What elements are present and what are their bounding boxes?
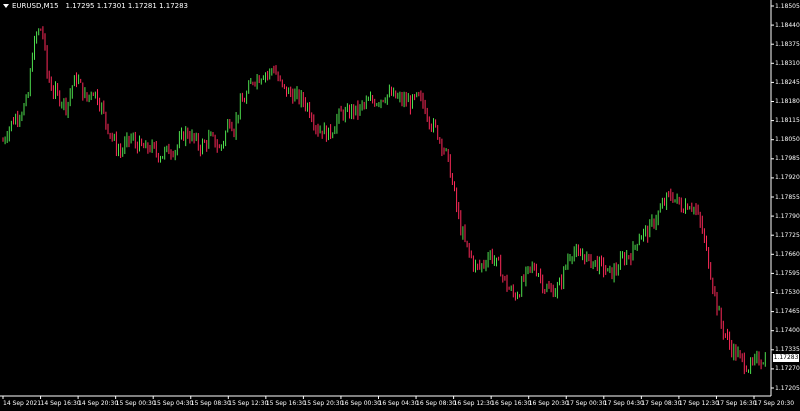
time-axis-ticks	[2, 396, 755, 399]
price-tick-label: 1.17855	[775, 193, 800, 201]
time-tick-label: 15 Sep 16:30	[265, 400, 306, 407]
time-tick-label: 15 Sep 04:30	[153, 400, 194, 407]
chart-header: EURUSD,M15 1.17295 1.17301 1.17281 1.172…	[3, 2, 188, 10]
price-tick-label: 1.17335	[775, 346, 800, 354]
price-chart[interactable]	[0, 0, 800, 411]
candles-layer	[2, 26, 766, 375]
time-tick-label: 16 Sep 16:30	[491, 400, 532, 407]
price-tick-label: 1.17595	[775, 269, 800, 277]
time-tick-label: 16 Sep 20:30	[528, 400, 569, 407]
time-tick-label: 16 Sep 08:30	[416, 400, 457, 407]
price-tick-label: 1.17725	[775, 231, 800, 239]
price-tick-label: 1.18310	[775, 59, 800, 67]
price-tick-label: 1.17530	[775, 289, 800, 296]
price-tick-label: 1.18245	[775, 78, 800, 86]
price-tick-label: 1.18050	[775, 136, 800, 144]
time-tick-label: 15 Sep 12:30	[228, 400, 269, 407]
time-tick-label: 17 Sep 04:30	[603, 400, 644, 407]
time-tick-label: 14 Sep 20:30	[78, 400, 119, 407]
price-tick-label: 1.18180	[775, 98, 800, 105]
price-tick-label: 1.17465	[775, 308, 800, 316]
price-tick-label: 1.17400	[775, 327, 800, 335]
time-tick-label: 16 Sep 00:30	[340, 400, 381, 407]
time-tick-label: 14 Sep 2021	[3, 400, 42, 407]
price-tick-label: 1.18505	[775, 2, 800, 10]
time-tick-label: 15 Sep 00:30	[115, 400, 156, 407]
ohlc-label: 1.17295 1.17301 1.17281 1.17283	[65, 2, 189, 10]
price-axis-ticks	[771, 5, 774, 389]
current-price-tag: 1.17283	[773, 354, 799, 363]
price-tick-label: 1.17660	[775, 250, 800, 258]
time-tick-label: 17 Sep 00:30	[566, 400, 607, 407]
time-tick-label: 17 Sep 20:30	[754, 400, 795, 407]
price-tick-label: 1.17790	[775, 212, 800, 220]
time-tick-label: 16 Sep 04:30	[378, 400, 419, 407]
price-tick-label: 1.18440	[775, 21, 800, 29]
time-tick-label: 15 Sep 20:30	[303, 400, 344, 407]
price-tick-label: 1.18375	[775, 40, 800, 48]
symbol-label: EURUSD,M15	[12, 2, 59, 10]
time-tick-label: 16 Sep 12:30	[453, 400, 494, 407]
time-tick-label: 17 Sep 08:30	[641, 400, 682, 407]
price-tick-label: 1.17205	[775, 384, 800, 392]
time-tick-label: 17 Sep 12:30	[678, 400, 719, 407]
price-tick-label: 1.17920	[775, 174, 800, 182]
price-tick-label: 1.17270	[775, 365, 800, 373]
time-tick-label: 17 Sep 16:30	[716, 400, 757, 407]
time-tick-label: 15 Sep 08:30	[190, 400, 231, 407]
price-tick-label: 1.17985	[775, 155, 800, 163]
triangle-down-icon[interactable]	[3, 4, 9, 8]
price-tick-label: 1.18115	[775, 117, 800, 125]
time-tick-label: 14 Sep 16:30	[40, 400, 81, 407]
